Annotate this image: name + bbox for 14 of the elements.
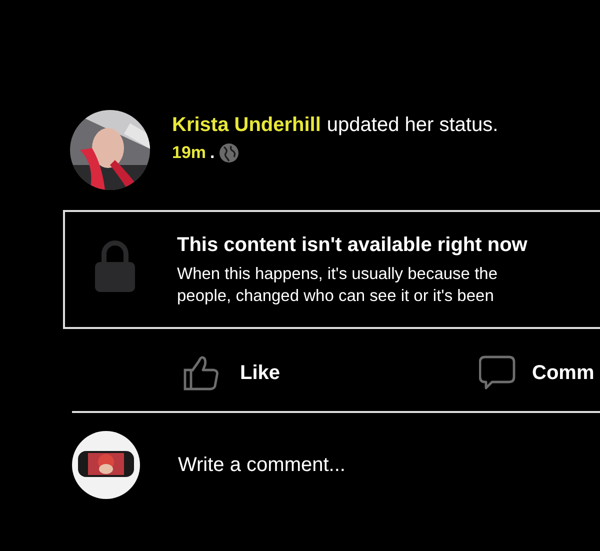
author-link[interactable]: Krista Underhill xyxy=(172,114,321,136)
notice-title: This content isn't available right now xyxy=(177,234,528,257)
like-button[interactable]: Like xyxy=(183,355,479,391)
notice-text: When this happens, it's usually because the xyxy=(177,264,499,285)
comment-button[interactable]: Comm xyxy=(479,355,594,391)
notice-text: people, changed who can see it or it's been xyxy=(177,286,495,307)
lock-icon xyxy=(95,240,135,292)
globe-icon xyxy=(218,143,239,163)
comment-field[interactable]: Write a comment... xyxy=(178,454,478,476)
timestamp-link[interactable]: 19m xyxy=(172,143,206,163)
status-text: updated her status. xyxy=(326,114,498,136)
speech-bubble-icon xyxy=(479,355,516,391)
thumbs-up-icon xyxy=(183,355,220,391)
separator: . xyxy=(210,143,215,163)
